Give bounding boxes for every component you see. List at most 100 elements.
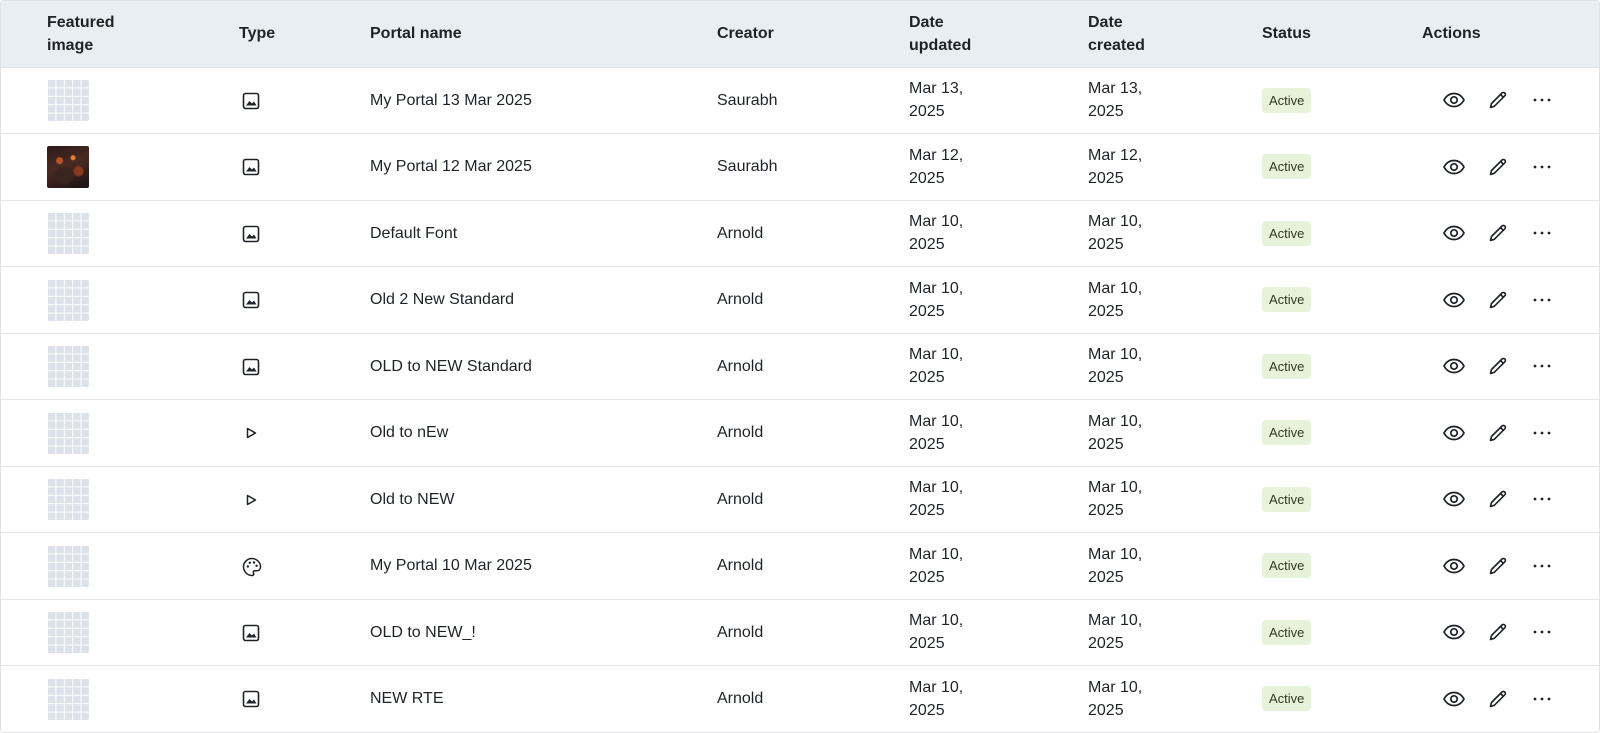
type-cell (239, 67, 370, 134)
header-status-label: Status (1262, 25, 1311, 43)
row-actions (1422, 152, 1599, 182)
header-portal-name[interactable]: Portal name (370, 1, 717, 68)
portal-name[interactable]: OLD to NEW_! (370, 599, 717, 666)
row-spacer (1, 400, 47, 467)
featured-image-cell (47, 67, 239, 134)
more-options-button[interactable] (1520, 85, 1564, 115)
edit-button[interactable] (1476, 152, 1520, 182)
featured-image-thumbnail[interactable] (47, 212, 89, 255)
edit-button[interactable] (1476, 85, 1520, 115)
status-badge: Active (1262, 353, 1312, 379)
featured-image-thumbnail[interactable] (47, 611, 89, 654)
play-icon (241, 423, 261, 443)
edit-button[interactable] (1476, 218, 1520, 248)
creator-name: Saurabh (717, 158, 778, 176)
featured-image-thumbnail[interactable] (47, 345, 89, 388)
row-spacer (1, 67, 47, 134)
date-updated-line2: 2025 (909, 169, 945, 187)
edit-button[interactable] (1476, 617, 1520, 647)
edit-button[interactable] (1476, 418, 1520, 448)
row-actions (1422, 85, 1599, 115)
date-updated-line1: Mar 10, (909, 678, 964, 696)
header-status[interactable]: Status (1262, 1, 1422, 68)
eye-icon (1442, 354, 1466, 378)
portal-name[interactable]: My Portal 12 Mar 2025 (370, 134, 717, 201)
more-horizontal-icon (1531, 355, 1553, 377)
status-badge: Active (1262, 553, 1312, 579)
table-row[interactable]: OLD to NEW_! Arnold Mar 10, 2025 Mar 10, 2… (1, 599, 1599, 666)
view-button[interactable] (1432, 484, 1476, 514)
status-badge: Active (1262, 486, 1312, 512)
featured-image-thumbnail[interactable] (47, 278, 89, 321)
type-cell (239, 134, 370, 201)
view-button[interactable] (1432, 218, 1476, 248)
more-options-button[interactable] (1520, 218, 1564, 248)
edit-button[interactable] (1476, 551, 1520, 581)
date-updated-line2: 2025 (909, 236, 945, 254)
view-button[interactable] (1432, 617, 1476, 647)
portal-name[interactable]: Default Font (370, 200, 717, 267)
view-button[interactable] (1432, 684, 1476, 714)
eye-icon (1442, 155, 1466, 179)
edit-button[interactable] (1476, 351, 1520, 381)
image-icon (241, 357, 261, 377)
portal-name[interactable]: My Portal 13 Mar 2025 (370, 67, 717, 134)
more-options-button[interactable] (1520, 152, 1564, 182)
date-created-line1: Mar 10, (1088, 612, 1143, 630)
table-row[interactable]: NEW RTE Arnold Mar 10, 2025 Mar 10, 2025 A… (1, 666, 1599, 733)
table-row[interactable]: My Portal 10 Mar 2025 Arnold Mar 10, 2025… (1, 533, 1599, 600)
featured-image-thumbnail[interactable] (47, 544, 89, 587)
portal-name[interactable]: Old 2 New Standard (370, 267, 717, 334)
portal-name[interactable]: My Portal 10 Mar 2025 (370, 533, 717, 600)
featured-image-thumbnail[interactable] (47, 145, 89, 188)
header-date-updated[interactable]: Date updated (909, 1, 1088, 68)
more-options-button[interactable] (1520, 617, 1564, 647)
date-created: Mar 10, 2025 (1088, 400, 1262, 467)
view-button[interactable] (1432, 351, 1476, 381)
featured-image-thumbnail[interactable] (47, 411, 89, 454)
more-options-button[interactable] (1520, 551, 1564, 581)
status-badge: Active (1262, 87, 1312, 113)
more-options-button[interactable] (1520, 484, 1564, 514)
table-row[interactable]: Old to NEW Arnold Mar 10, 2025 Mar 10, 202… (1, 466, 1599, 533)
date-updated-line1: Mar 10, (909, 612, 964, 630)
more-options-button[interactable] (1520, 351, 1564, 381)
date-created-line1: Mar 12, (1088, 146, 1143, 164)
table-row[interactable]: Old 2 New Standard Arnold Mar 10, 2025 Ma… (1, 267, 1599, 334)
view-button[interactable] (1432, 152, 1476, 182)
portals-table: Featured image Type Portal name Creator … (1, 1, 1599, 733)
view-button[interactable] (1432, 418, 1476, 448)
edit-button[interactable] (1476, 684, 1520, 714)
header-creator[interactable]: Creator (717, 1, 909, 68)
more-options-button[interactable] (1520, 684, 1564, 714)
header-row: Featured image Type Portal name Creator … (1, 1, 1599, 68)
header-date-created[interactable]: Date created (1088, 1, 1262, 68)
edit-button[interactable] (1476, 285, 1520, 315)
row-actions (1422, 551, 1599, 581)
more-options-button[interactable] (1520, 418, 1564, 448)
table-row[interactable]: Old to nEw Arnold Mar 10, 2025 Mar 10, 202… (1, 400, 1599, 467)
portal-name[interactable]: OLD to NEW Standard (370, 333, 717, 400)
table-row[interactable]: My Portal 13 Mar 2025 Saurabh Mar 13, 202… (1, 67, 1599, 134)
header-featured-image[interactable]: Featured image (47, 1, 239, 68)
table-row[interactable]: OLD to NEW Standard Arnold Mar 10, 2025 M… (1, 333, 1599, 400)
portal-name[interactable]: Old to NEW (370, 466, 717, 533)
date-updated: Mar 10, 2025 (909, 533, 1088, 600)
table-row[interactable]: Default Font Arnold Mar 10, 2025 Mar 10, 2… (1, 200, 1599, 267)
row-spacer (1, 599, 47, 666)
edit-button[interactable] (1476, 484, 1520, 514)
portal-name[interactable]: NEW RTE (370, 666, 717, 733)
header-type[interactable]: Type (239, 1, 370, 68)
featured-image-cell (47, 666, 239, 733)
table-row[interactable]: My Portal 12 Mar 2025 Saurabh Mar 12, 202… (1, 134, 1599, 201)
eye-icon (1442, 620, 1466, 644)
featured-image-thumbnail[interactable] (47, 79, 89, 122)
view-button[interactable] (1432, 85, 1476, 115)
more-options-button[interactable] (1520, 285, 1564, 315)
portal-name[interactable]: Old to nEw (370, 400, 717, 467)
view-button[interactable] (1432, 551, 1476, 581)
featured-image-thumbnail[interactable] (47, 478, 89, 521)
date-created: Mar 10, 2025 (1088, 333, 1262, 400)
view-button[interactable] (1432, 285, 1476, 315)
featured-image-thumbnail[interactable] (47, 677, 89, 720)
